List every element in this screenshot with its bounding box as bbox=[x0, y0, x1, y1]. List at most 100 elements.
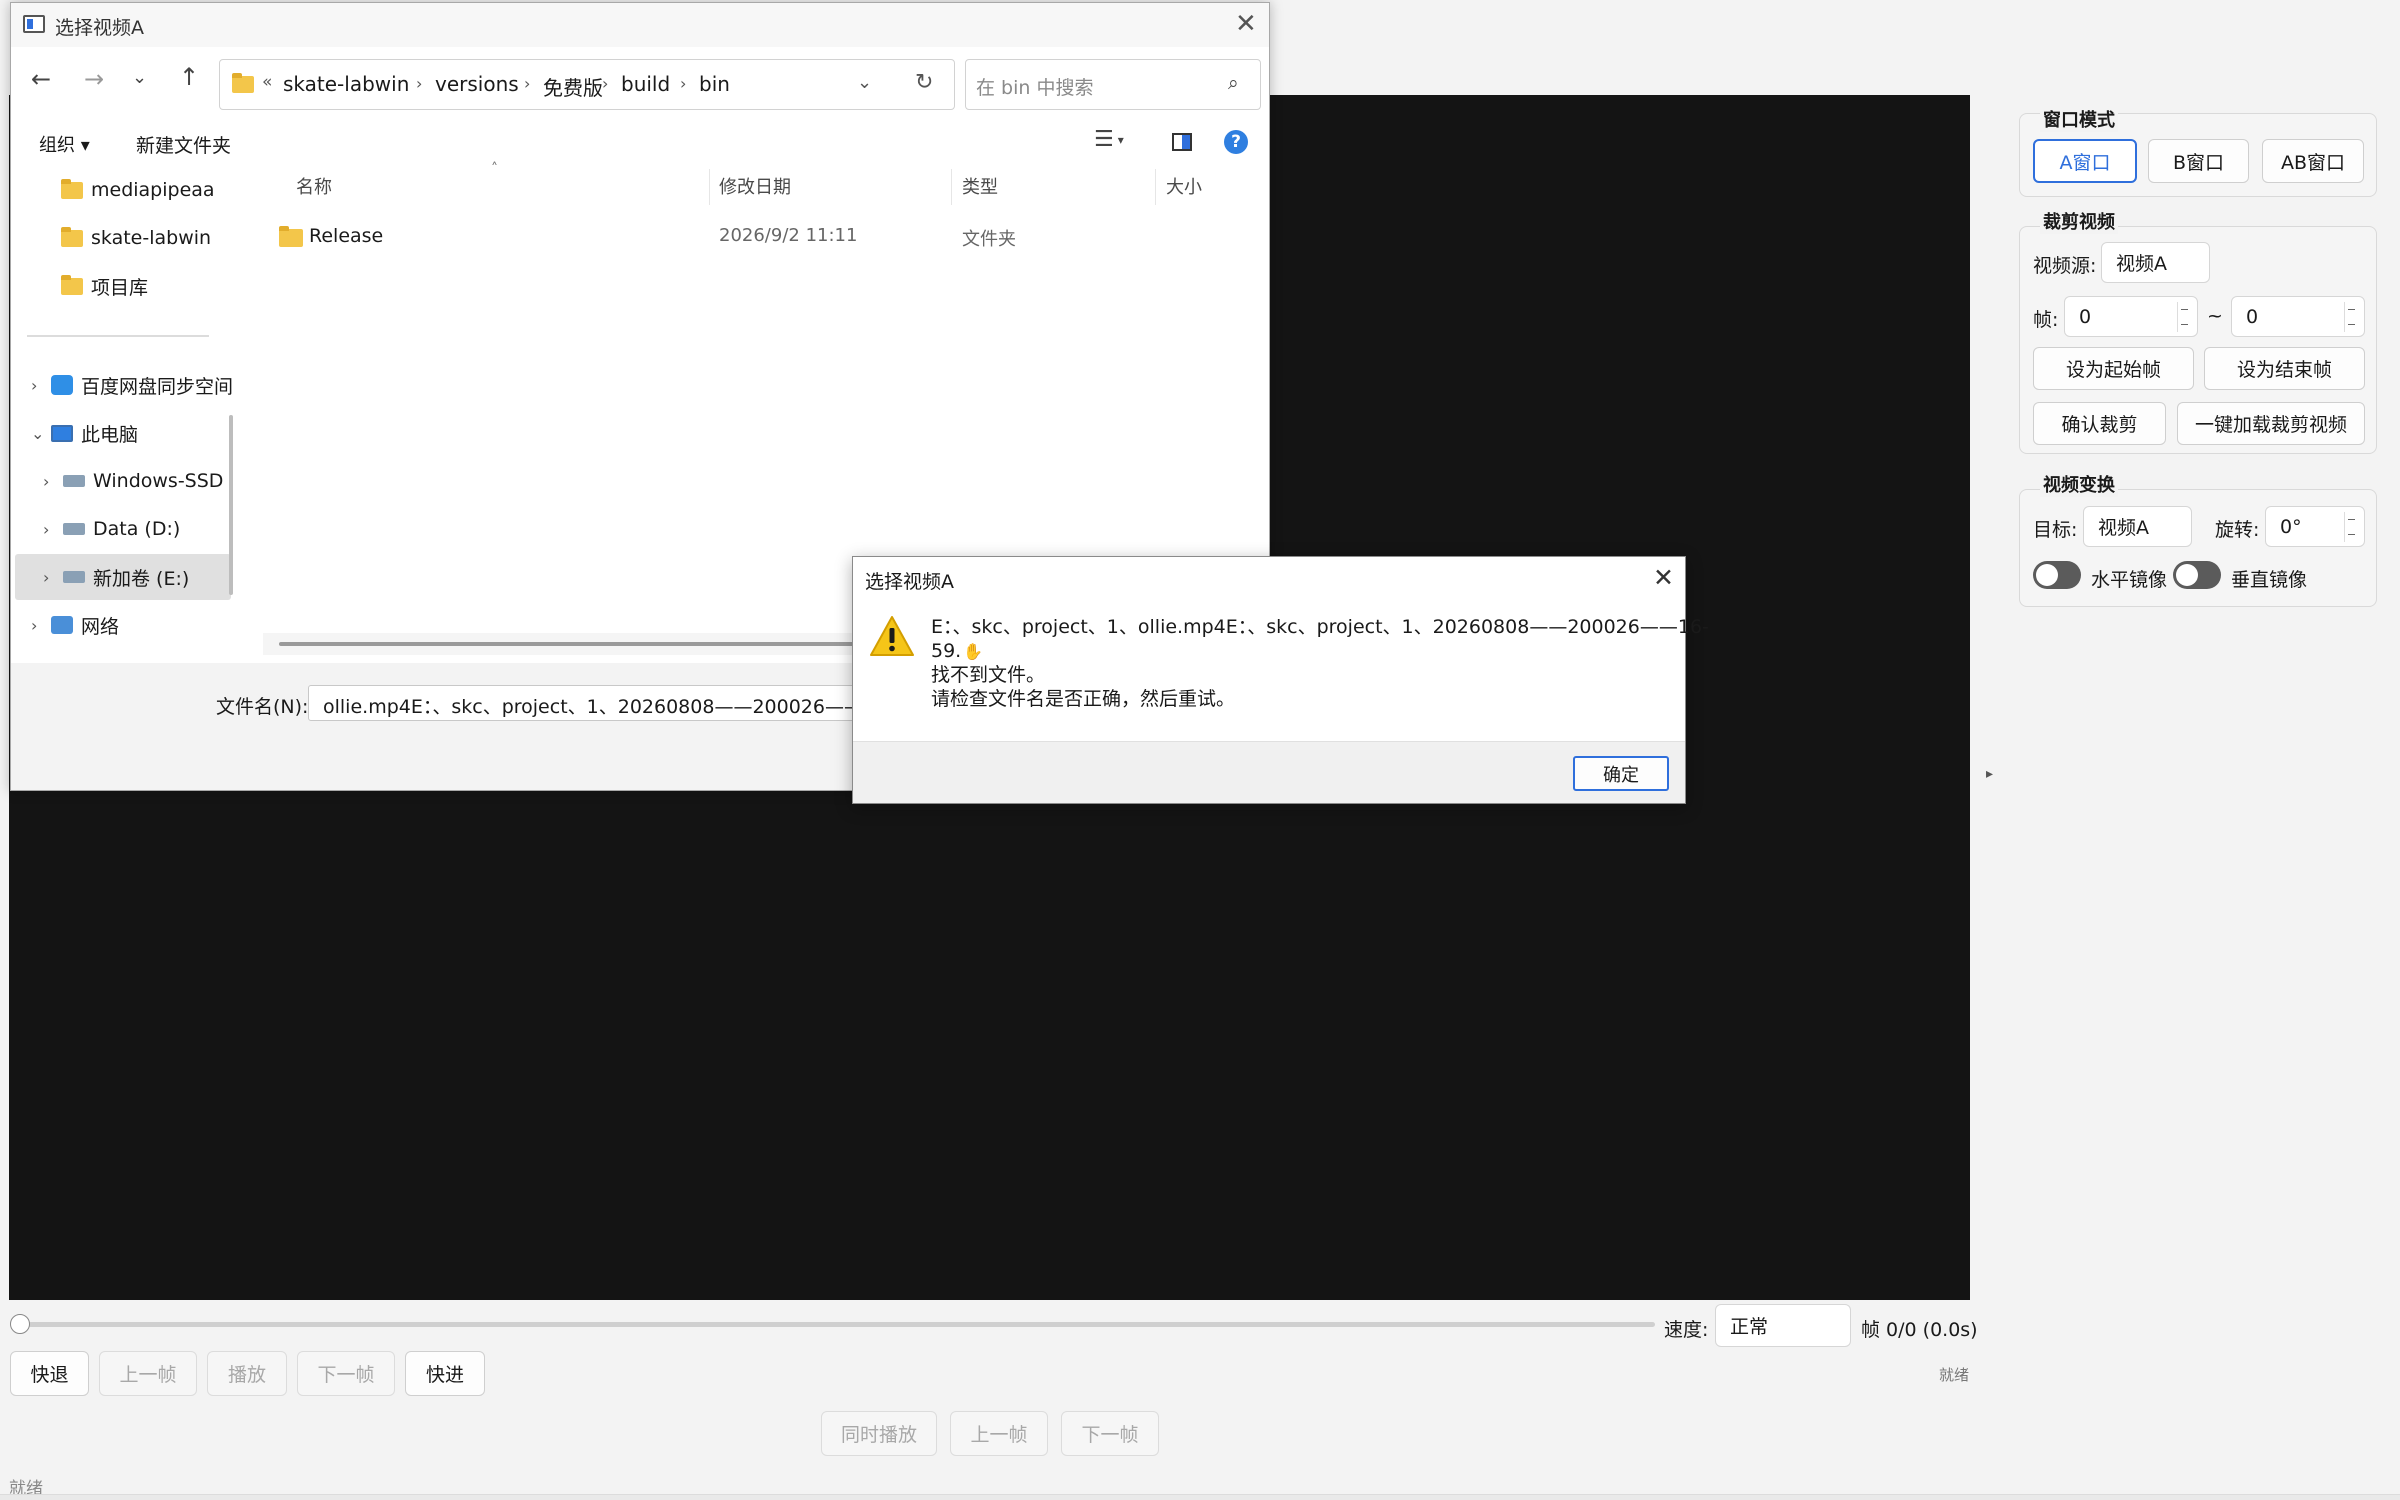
search-box[interactable]: 在 bin 中搜索 ⌕ bbox=[965, 59, 1261, 110]
fast-forward-button[interactable]: 快进 bbox=[405, 1351, 485, 1396]
error-dialog-body: E：、skc、project、1、ollie.mp4E：、skc、project… bbox=[853, 599, 1709, 741]
vertical-mirror-toggle[interactable] bbox=[2173, 561, 2221, 589]
file-dialog-toolbar: ← → ⌄ ↑ « skate-labwin › versions › 免费版 … bbox=[11, 47, 1269, 165]
sort-indicator-icon: ˄ bbox=[491, 161, 498, 177]
nav-item-new-volume-e[interactable]: › 新加卷 (E:) bbox=[15, 554, 231, 600]
column-header-name[interactable]: 名称 bbox=[296, 173, 332, 199]
error-dialog-titlebar: 选择视频A ✕ bbox=[853, 557, 1685, 599]
preview-pane-icon[interactable] bbox=[1172, 133, 1192, 151]
close-icon[interactable]: ✕ bbox=[1235, 9, 1257, 39]
speed-select[interactable]: 正常 bbox=[1715, 1304, 1851, 1347]
chevron-down-icon[interactable]: ⌄ bbox=[31, 424, 51, 443]
organize-menu-button[interactable]: 组织 ▾ bbox=[39, 131, 90, 157]
status-right: 就绪 bbox=[1939, 1366, 1970, 1384]
breadcrumb-bin[interactable]: bin bbox=[699, 72, 730, 96]
play-button[interactable]: 播放 bbox=[207, 1351, 287, 1396]
navigation-pane: mediapipeaa skate-labwin 项目库 › 百度网盘同步空间 ⌄… bbox=[11, 165, 246, 663]
set-end-frame-button[interactable]: 设为结束帧 bbox=[2204, 347, 2365, 390]
chevron-right-icon[interactable]: › bbox=[31, 616, 51, 635]
vertical-mirror-label: 垂直镜像 bbox=[2231, 569, 2308, 591]
column-header-date[interactable]: 修改日期 bbox=[719, 173, 791, 199]
nav-item-windows-ssd[interactable]: › Windows-SSD bbox=[43, 458, 241, 504]
speed-label: 速度: bbox=[1664, 1319, 1709, 1341]
file-not-found-dialog: 选择视频A ✕ E：、skc、project、1、ollie.mp4E：、skc… bbox=[852, 556, 1709, 804]
spin-arrows-icon[interactable] bbox=[2344, 512, 2358, 542]
range-tilde: ~ bbox=[2207, 305, 2223, 327]
transform-title: 视频变换 bbox=[2040, 471, 2118, 497]
sync-play-button[interactable]: 同时播放 bbox=[821, 1411, 937, 1456]
search-icon[interactable]: ⌕ bbox=[1228, 72, 1239, 94]
status-bar-border bbox=[0, 1494, 2400, 1500]
nav-item-skate-labwin[interactable]: skate-labwin bbox=[61, 215, 241, 261]
breadcrumb-skate-labwin[interactable]: skate-labwin bbox=[283, 72, 409, 96]
chevron-right-icon[interactable]: › bbox=[31, 376, 51, 395]
address-bar[interactable]: « skate-labwin › versions › 免费版 › build … bbox=[219, 59, 955, 110]
chevron-right-icon[interactable]: › bbox=[43, 472, 63, 491]
chevron-right-icon[interactable]: › bbox=[43, 568, 63, 587]
search-input[interactable]: 在 bin 中搜索 bbox=[976, 73, 1093, 100]
recent-locations-chevron-icon[interactable]: ⌄ bbox=[132, 67, 147, 88]
set-start-frame-button[interactable]: 设为起始帧 bbox=[2033, 347, 2194, 390]
nav-item-baidu-sync[interactable]: › 百度网盘同步空间 bbox=[31, 362, 236, 408]
computer-icon bbox=[51, 424, 73, 442]
horizontal-mirror-toggle[interactable] bbox=[2033, 561, 2081, 589]
sidebar-collapse-icon[interactable]: ▸ bbox=[1986, 766, 1993, 782]
breadcrumb-free-edition[interactable]: 免费版 bbox=[543, 72, 603, 101]
table-row[interactable]: Release 2026/9/2 11:11 文件夹 bbox=[269, 217, 1249, 257]
nav-item-this-pc[interactable]: ⌄ 此电脑 bbox=[31, 410, 236, 456]
end-frame-spinbox[interactable]: 0 bbox=[2231, 296, 2365, 337]
nav-item-mediapipeaa[interactable]: mediapipeaa bbox=[61, 167, 241, 213]
rotate-label: 旋转: bbox=[2215, 519, 2260, 541]
help-icon[interactable]: ? bbox=[1224, 130, 1248, 154]
spin-arrows-icon[interactable] bbox=[2344, 302, 2358, 332]
chevron-right-icon[interactable]: › bbox=[43, 520, 63, 539]
progress-track[interactable] bbox=[28, 1322, 1655, 1327]
warning-icon bbox=[870, 616, 914, 656]
file-name-cell: Release bbox=[309, 225, 384, 247]
folder-icon bbox=[279, 226, 303, 247]
target-select[interactable]: 视频A bbox=[2083, 506, 2192, 547]
horizontal-mirror-label: 水平镜像 bbox=[2091, 569, 2168, 591]
nav-scrollbar[interactable] bbox=[229, 415, 233, 595]
forward-arrow-icon[interactable]: → bbox=[84, 65, 104, 93]
video-source-select[interactable]: 视频A bbox=[2101, 242, 2210, 283]
confirm-crop-button[interactable]: 确认裁剪 bbox=[2033, 402, 2166, 445]
rewind-button[interactable]: 快退 bbox=[10, 1351, 89, 1396]
column-header-size[interactable]: 大小 bbox=[1166, 173, 1202, 199]
b-window-button[interactable]: B窗口 bbox=[2148, 139, 2249, 183]
nav-item-label: 网络 bbox=[81, 615, 120, 638]
sync-prev-frame-button[interactable]: 上一帧 bbox=[950, 1411, 1048, 1456]
spin-arrows-icon[interactable] bbox=[2177, 302, 2191, 332]
filename-input[interactable]: ollie.mp4E：、skc、project、1、20260808——2000… bbox=[308, 685, 868, 721]
next-frame-button[interactable]: 下一帧 bbox=[297, 1351, 395, 1396]
column-header-type[interactable]: 类型 bbox=[962, 173, 998, 199]
refresh-icon[interactable]: ↻ bbox=[915, 70, 933, 95]
nav-item-project-library[interactable]: 项目库 bbox=[61, 263, 241, 309]
nav-item-data-d[interactable]: › Data (D:) bbox=[43, 506, 241, 552]
a-window-button[interactable]: A窗口 bbox=[2033, 139, 2137, 183]
ab-window-button[interactable]: AB窗口 bbox=[2262, 139, 2364, 183]
breadcrumb-separator-icon: › bbox=[680, 74, 687, 93]
error-message-line: 找不到文件。 bbox=[931, 664, 1046, 686]
close-icon[interactable]: ✕ bbox=[1653, 563, 1674, 592]
nav-item-label: 百度网盘同步空间 bbox=[81, 375, 234, 398]
load-cropped-video-button[interactable]: 一键加载裁剪视频 bbox=[2177, 402, 2365, 445]
new-folder-button[interactable]: 新建文件夹 bbox=[136, 131, 231, 158]
address-history-chevron-icon[interactable]: ⌄ bbox=[857, 72, 872, 93]
start-frame-spinbox[interactable]: 0 bbox=[2064, 296, 2198, 337]
prev-frame-button[interactable]: 上一帧 bbox=[99, 1351, 197, 1396]
breadcrumb-overflow-icon[interactable]: « bbox=[262, 72, 272, 92]
sync-next-frame-button[interactable]: 下一帧 bbox=[1061, 1411, 1159, 1456]
up-arrow-icon[interactable]: ↑ bbox=[179, 63, 199, 91]
progress-slider-handle[interactable] bbox=[10, 1314, 30, 1334]
ok-button[interactable]: 确定 bbox=[1573, 756, 1669, 791]
back-arrow-icon[interactable]: ← bbox=[31, 65, 51, 93]
nav-item-network[interactable]: › 网络 bbox=[31, 602, 236, 648]
folder-icon bbox=[61, 274, 83, 295]
error-dialog-title: 选择视频A bbox=[865, 571, 954, 593]
view-options-icon[interactable]: ☰ ▾ bbox=[1094, 127, 1124, 152]
crop-title: 裁剪视频 bbox=[2040, 208, 2118, 234]
rotate-spinbox[interactable]: 0° bbox=[2265, 506, 2365, 547]
breadcrumb-versions[interactable]: versions bbox=[435, 72, 519, 96]
breadcrumb-build[interactable]: build bbox=[621, 72, 670, 96]
